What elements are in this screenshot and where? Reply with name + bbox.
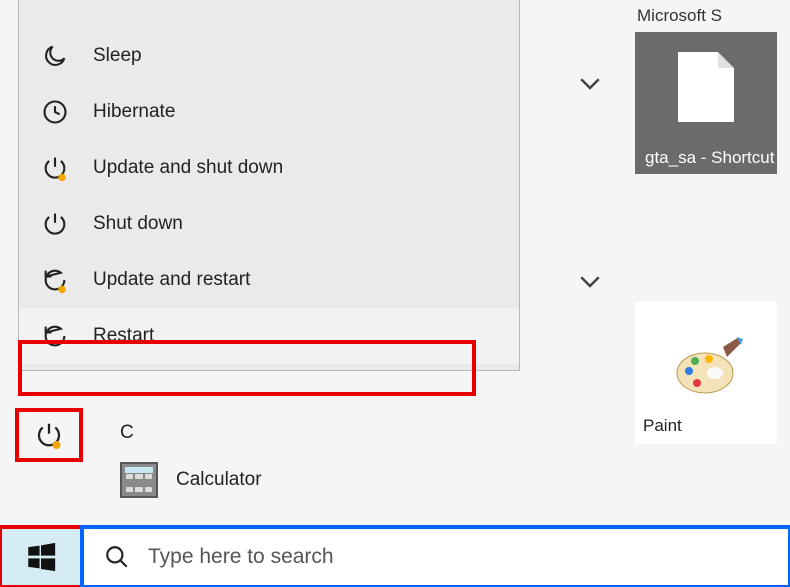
restart-icon [41, 266, 69, 294]
clock-icon [41, 98, 69, 126]
app-list-calculator[interactable]: Calculator [120, 462, 262, 498]
windows-logo-icon [24, 540, 58, 574]
power-button[interactable] [17, 410, 81, 460]
power-restart[interactable]: Restart [19, 308, 519, 364]
power-item-label: Update and restart [93, 269, 250, 291]
taskbar: Type here to search [0, 527, 790, 587]
tile-paint[interactable]: Paint [635, 302, 777, 444]
start-tiles-column: Microsoft S gta_sa - Shortcut Paint [635, 0, 790, 525]
chevron-down-icon[interactable] [575, 68, 605, 98]
power-options-menu: Sleep Hibernate Update and shut down Shu… [18, 0, 520, 371]
power-icon [41, 154, 69, 182]
search-icon [104, 544, 130, 570]
restart-icon [41, 322, 69, 350]
power-icon [34, 420, 64, 450]
power-update-restart[interactable]: Update and restart [19, 252, 519, 308]
app-list-section: C Calculator [120, 422, 262, 498]
power-update-shutdown[interactable]: Update and shut down [19, 140, 519, 196]
start-left-rail [17, 410, 81, 460]
paint-palette-icon [675, 337, 745, 395]
tile-label: Paint [643, 416, 682, 436]
tile-group-header: Microsoft S [635, 0, 790, 32]
power-hibernate[interactable]: Hibernate [19, 84, 519, 140]
power-item-label: Shut down [93, 213, 183, 235]
calculator-icon [120, 462, 158, 498]
power-sleep[interactable]: Sleep [19, 28, 519, 84]
power-shutdown[interactable]: Shut down [19, 196, 519, 252]
power-item-label: Sleep [93, 45, 142, 67]
app-list-letter-header[interactable]: C [120, 422, 262, 444]
power-item-label: Restart [93, 325, 154, 347]
power-icon [41, 210, 69, 238]
moon-icon [41, 42, 69, 70]
tile-gta-shortcut[interactable]: gta_sa - Shortcut [635, 32, 777, 174]
start-button[interactable] [0, 527, 82, 587]
taskbar-search[interactable]: Type here to search [82, 527, 790, 587]
document-icon [678, 52, 734, 122]
tile-label: gta_sa - Shortcut [645, 148, 774, 168]
search-placeholder: Type here to search [148, 545, 334, 569]
power-item-label: Update and shut down [93, 157, 283, 179]
power-item-label: Hibernate [93, 101, 175, 123]
chevron-down-icon[interactable] [575, 266, 605, 296]
app-list-item-label: Calculator [176, 469, 262, 491]
